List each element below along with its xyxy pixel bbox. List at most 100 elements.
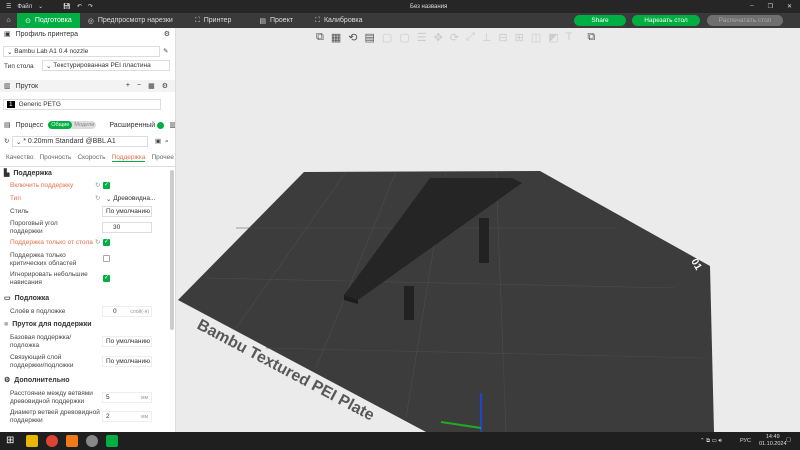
support-style-value: По умолчанию xyxy=(106,208,150,215)
threshold-angle-input[interactable]: 30 xyxy=(102,222,152,233)
process-subtabs: Качество Прочность Скорость Поддержка Прочее xyxy=(6,154,174,162)
tab-label: Калибровка xyxy=(323,17,363,24)
print-plate-button[interactable]: Распечатать стол xyxy=(707,15,783,26)
raft-layers-label: Слоёв в подложке xyxy=(10,308,66,315)
process-icon: ▤ xyxy=(4,122,11,129)
explorer-icon[interactable] xyxy=(26,435,38,447)
raft-layers-input[interactable]: 0 слой(-я) xyxy=(102,306,152,317)
save-preset-icon[interactable]: ▣ xyxy=(155,138,161,146)
remove-icon[interactable]: − xyxy=(137,82,141,90)
compare-icon[interactable]: ▥ xyxy=(169,121,175,129)
app-icon[interactable] xyxy=(66,435,78,447)
branch-diameter-label: Диаметр ветвей древовидной поддержки xyxy=(10,409,100,424)
toggle-objects[interactable]: Модели xyxy=(72,121,96,129)
build-plate-only-checkbox[interactable] xyxy=(103,238,110,246)
process-preset-select[interactable]: ⌄ * 0.20mm Standard @BBL A1 xyxy=(12,136,148,147)
close-icon[interactable]: ✕ xyxy=(787,3,792,10)
printer-select[interactable]: ⌄ Bambu Lab A1 0.4 nozzle xyxy=(3,46,160,57)
notifications-icon[interactable]: ▢ xyxy=(786,437,791,443)
branch-diameter-input[interactable]: 2 мм xyxy=(102,411,152,422)
toggle-global[interactable]: Общие xyxy=(48,121,73,129)
tab-project[interactable]: ▤ Проект xyxy=(251,13,301,28)
filament-icon: ■ xyxy=(4,321,9,328)
section-title: Пруток xyxy=(15,82,39,90)
raft-group-header: ▭ Подложка xyxy=(4,294,49,303)
interface-filament-select[interactable]: По умолчанию xyxy=(102,356,152,367)
group-title: Дополнительно xyxy=(14,376,70,384)
language-indicator[interactable]: РУС xyxy=(740,438,751,444)
tab-prepare[interactable]: ⊙ Подготовка xyxy=(17,13,80,28)
process-section-header: ▤ Процесс Общие Модели Расширенный ▥ xyxy=(0,119,175,131)
threshold-angle-label: Пороговый угол поддержки xyxy=(10,220,58,235)
filament-slot[interactable]: 1 Generic PETG xyxy=(3,99,161,110)
preset-name: * 0.20mm Standard @BBL A1 xyxy=(23,138,116,145)
bambu-studio-icon[interactable] xyxy=(106,435,118,447)
gear-icon[interactable]: ⚙ xyxy=(162,82,168,90)
time: 14:49 xyxy=(765,434,780,440)
tab-calibration[interactable]: ⛶ Калибровка xyxy=(307,13,371,28)
tab-label: Проект xyxy=(269,17,294,24)
subtab-support[interactable]: Поддержка xyxy=(111,154,146,162)
printer-icon: ⛶ xyxy=(194,16,200,24)
subtab-strength[interactable]: Прочность xyxy=(39,154,71,162)
branch-distance-input[interactable]: 5 мм xyxy=(102,392,152,403)
minimize-icon[interactable]: – xyxy=(750,3,753,10)
menu-icon[interactable]: ☰ xyxy=(6,3,11,10)
clock[interactable]: 14:49 01.10.2024 xyxy=(759,434,787,448)
app-icon[interactable] xyxy=(86,435,98,447)
save-icon[interactable]: 💾︎ xyxy=(63,3,71,10)
file-menu[interactable]: Файл xyxy=(17,4,32,10)
critical-only-checkbox[interactable] xyxy=(103,255,110,262)
subtab-others[interactable]: Прочее xyxy=(151,154,173,162)
start-icon[interactable]: ⊞ xyxy=(6,435,18,447)
chrome-icon[interactable] xyxy=(46,435,58,447)
add-icon[interactable]: + xyxy=(126,82,130,90)
base-filament-select[interactable]: По умолчанию xyxy=(102,336,152,347)
raft-icon: ▭ xyxy=(4,295,11,302)
reset-icon[interactable]: ↻ xyxy=(4,138,9,146)
reset-icon[interactable]: ↻ xyxy=(95,195,100,203)
reset-icon[interactable]: ↻ xyxy=(95,239,100,247)
gear-icon[interactable]: ⚙ xyxy=(164,30,170,38)
title-bar: ☰ Файл ⌄ 💾︎ ↶ ↷ Без названия – ❐ ✕ xyxy=(0,0,800,13)
support-style-select[interactable]: По умолчанию xyxy=(102,206,152,217)
prepare-icon: ⊙ xyxy=(25,17,31,25)
search-icon[interactable]: ⌕ xyxy=(165,138,169,146)
bed-type-select[interactable]: ⌄ Текстурированная PEI пластина xyxy=(42,60,170,71)
subtab-quality[interactable]: Качество xyxy=(6,154,33,162)
build-plate-scene: Bambu Textured PEI Plate 01 xyxy=(178,171,714,432)
print-label: Распечатать стол xyxy=(718,17,772,24)
base-filament-value: По умолчанию xyxy=(106,338,150,345)
printer-section-header: ▣ Профиль принтера ⚙ xyxy=(0,28,175,40)
restore-icon[interactable]: ❐ xyxy=(768,3,773,10)
undo-icon[interactable]: ↶ xyxy=(77,3,82,10)
threshold-angle-value: 30 xyxy=(113,224,121,231)
edit-icon[interactable]: ✎ xyxy=(163,48,168,56)
ignore-small-overhangs-checkbox[interactable] xyxy=(103,274,110,282)
home-button[interactable]: ⌂ xyxy=(0,13,17,28)
advanced-toggle[interactable] xyxy=(157,121,165,129)
tab-printer[interactable]: ⛶ Принтер xyxy=(187,13,240,28)
sidebar-scrollbar[interactable] xyxy=(170,170,174,330)
chevron-down-icon[interactable]: ⌄ xyxy=(38,3,43,10)
windows-taskbar: ⊞ ⌃ ⧉ ▭ 🔊︎ РУС 14:49 01.10.2024 ▢ xyxy=(0,432,800,450)
reset-icon[interactable]: ↻ xyxy=(95,182,100,190)
redo-icon[interactable]: ↷ xyxy=(88,3,93,10)
unit-label: мм xyxy=(141,394,148,401)
share-label: Share xyxy=(591,17,609,24)
filament-name: Generic PETG xyxy=(18,101,61,108)
share-button[interactable]: Share xyxy=(574,15,626,26)
support-type-select[interactable]: ⌄ Древовидна... xyxy=(103,193,155,204)
slice-plate-button[interactable]: Нарезать стол xyxy=(632,15,700,26)
enable-support-checkbox[interactable] xyxy=(103,181,110,189)
branch-distance-value: 5 xyxy=(106,394,110,401)
slice-label: Нарезать стол xyxy=(644,17,688,24)
support-filament-group-header: ■ Пруток для поддержки xyxy=(4,321,92,328)
subtab-speed[interactable]: Скорость xyxy=(77,154,105,162)
tab-preview[interactable]: ◎ Предпросмотр нарезки xyxy=(80,13,181,28)
tray-icons[interactable]: ⌃ ⧉ ▭ 🔊︎ xyxy=(700,438,722,445)
settings-sidebar: ▣ Профиль принтера ⚙ ⌄ Bambu Lab A1 0.4 no… xyxy=(0,28,176,432)
filament-sync-icon[interactable]: ▦ xyxy=(148,82,155,90)
unit-label: мм xyxy=(141,413,148,420)
3d-viewport[interactable]: ⧉ ▦ ⟲ ▤ ▢ ▢ ☰ ✥ ⟳ ⤢ ⊥ ⊟ ⊞ ◫ ◩ T ⧉ Bambu Textured PEI … xyxy=(176,28,800,432)
